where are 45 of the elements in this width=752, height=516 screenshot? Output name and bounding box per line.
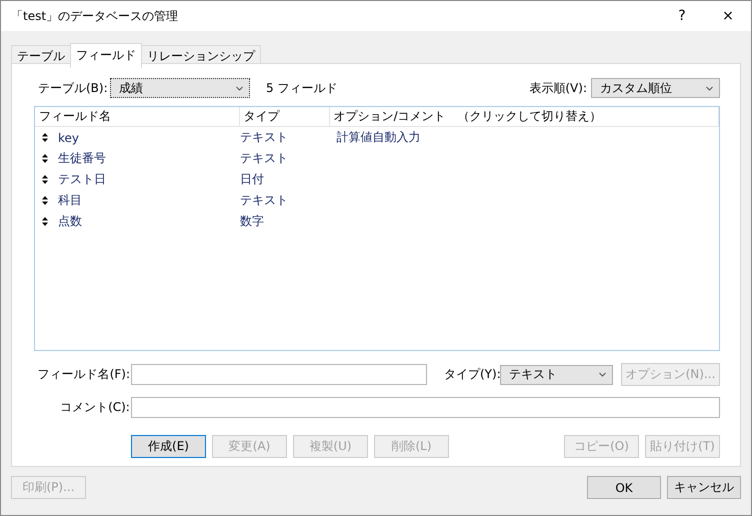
- table-cell: テキスト: [240, 151, 288, 165]
- table-cell: 科目: [58, 192, 82, 209]
- column-header[interactable]: タイプ: [240, 107, 330, 126]
- help-button[interactable]: ?: [659, 8, 705, 24]
- tab[interactable]: フィールド: [70, 43, 142, 68]
- sort-dropdown[interactable]: カスタム順位: [591, 78, 720, 98]
- table-cell: テキスト: [240, 193, 288, 207]
- chevron-down-icon: [599, 372, 606, 377]
- type-dropdown[interactable]: テキスト: [500, 364, 613, 384]
- field-name-input[interactable]: [131, 364, 427, 385]
- chevron-down-icon: [236, 86, 243, 90]
- action-button[interactable]: OK: [587, 476, 661, 499]
- field-label: タイプ(Y):: [444, 366, 500, 383]
- list-row[interactable]: 科目 テキスト: [35, 190, 719, 211]
- table-cell: 生徒番号: [58, 150, 106, 167]
- table-cell: key: [58, 130, 80, 144]
- comment-input[interactable]: [130, 397, 720, 418]
- move-handle-icon[interactable]: [41, 133, 49, 142]
- move-handle-icon[interactable]: [41, 154, 49, 163]
- move-handle-icon[interactable]: [41, 217, 49, 226]
- column-header[interactable]: オプション/コメント （クリックして切り替え）: [330, 107, 719, 126]
- close-button[interactable]: ×: [705, 8, 751, 24]
- table-dropdown[interactable]: 成績: [110, 78, 250, 98]
- field-label: フィールド名(F):: [36, 366, 130, 383]
- list-row[interactable]: テスト日 日付: [35, 169, 719, 190]
- list-row[interactable]: key テキスト 計算値自動入力: [35, 127, 719, 148]
- table-cell: 計算値自動入力: [336, 130, 420, 144]
- table-cell: 日付: [240, 172, 264, 186]
- field-count: 5 フィールド: [266, 80, 338, 96]
- field-label: テーブル(B):: [38, 80, 109, 96]
- column-header[interactable]: フィールド名: [35, 107, 240, 126]
- table-cell: 点数: [58, 213, 82, 230]
- field-label: 表示順(V):: [529, 80, 587, 96]
- list-row[interactable]: 点数 数字: [35, 211, 719, 232]
- table-cell: 数字: [240, 214, 264, 228]
- chevron-down-icon: [706, 86, 713, 90]
- action-button[interactable]: 作成(E): [131, 435, 206, 458]
- move-handle-icon[interactable]: [41, 196, 49, 205]
- table-cell: テスト日: [58, 171, 106, 188]
- window-title: 「test」のデータベースの管理: [11, 8, 180, 24]
- field-label: コメント(C):: [59, 399, 130, 416]
- action-button[interactable]: キャンセル: [667, 476, 741, 499]
- table-cell: テキスト: [240, 130, 288, 144]
- move-handle-icon[interactable]: [41, 175, 49, 184]
- list-row[interactable]: 生徒番号 テキスト: [35, 148, 719, 169]
